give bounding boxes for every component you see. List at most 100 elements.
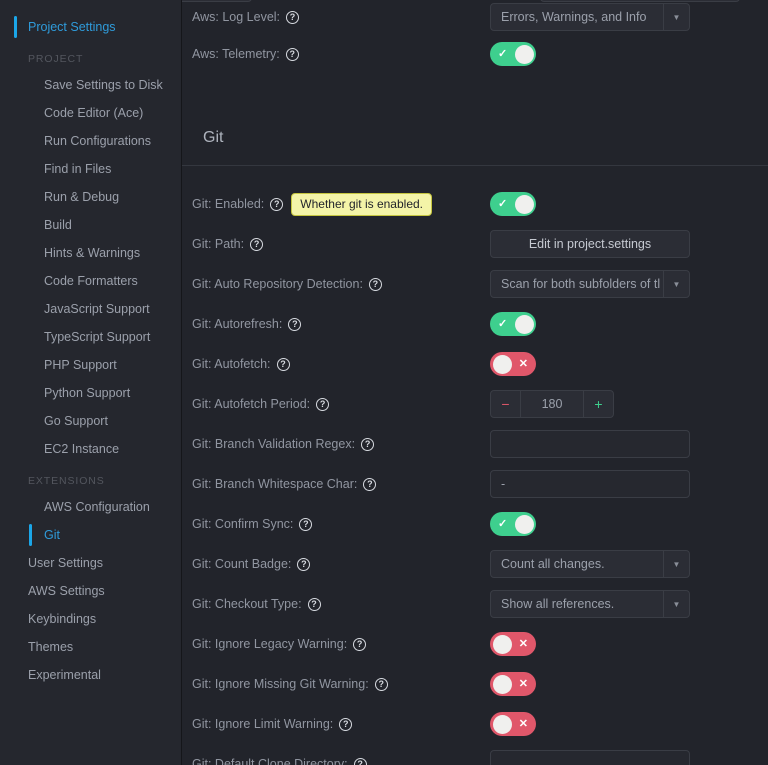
sidebar-item-go-support[interactable]: Go Support	[0, 407, 181, 435]
help-icon[interactable]: ?	[286, 10, 300, 24]
sidebar-item-label: Code Editor (Ace)	[44, 106, 144, 120]
stepper-increment-button[interactable]: +	[583, 391, 613, 417]
setting-row-git-autofetch-period: Git: Autofetch Period: ? − 180 +	[182, 384, 768, 424]
git-ignore-missing-git-warning-toggle[interactable]: ✕	[490, 672, 536, 696]
select-value: Show all references.	[501, 597, 615, 611]
setting-control: ✓	[490, 312, 536, 336]
toggle-knob	[492, 674, 512, 694]
sidebar-item-code-editor-ace[interactable]: Code Editor (Ace)	[0, 99, 181, 127]
help-icon[interactable]: ?	[339, 717, 353, 731]
sidebar-item-aws-settings[interactable]: AWS Settings	[0, 577, 181, 605]
edit-in-project-settings-button[interactable]: Edit in project.settings	[490, 230, 690, 258]
setting-label-text: Git: Auto Repository Detection:	[192, 277, 363, 291]
setting-label: Git: Default Clone Directory: ?	[192, 757, 367, 765]
help-icon[interactable]: ?	[285, 47, 299, 61]
sidebar-item-run-configurations[interactable]: Run Configurations	[0, 127, 181, 155]
sidebar-group-project: PROJECT	[0, 41, 181, 71]
help-icon[interactable]: ?	[374, 677, 388, 691]
setting-control: Count all changes. ▼	[490, 550, 690, 578]
sidebar-item-code-formatters[interactable]: Code Formatters	[0, 267, 181, 295]
sidebar-item-run-and-debug[interactable]: Run & Debug	[0, 183, 181, 211]
setting-row-git-ignore-legacy-warning: Git: Ignore Legacy Warning: ? ✕	[182, 624, 768, 664]
git-autofetch-toggle[interactable]: ✕	[490, 352, 536, 376]
sidebar-item-python-support[interactable]: Python Support	[0, 379, 181, 407]
toggle-knob	[514, 44, 534, 64]
help-icon[interactable]: ?	[299, 517, 313, 531]
setting-label-text: Aws: Telemetry:	[192, 47, 280, 61]
settings-rows: Aws: Log Level: ? Errors, Warnings, and …	[182, 0, 768, 765]
chevron-down-icon: ▼	[663, 271, 689, 297]
git-autofetch-period-stepper[interactable]: − 180 +	[490, 390, 614, 418]
git-branch-whitespace-char-input[interactable]	[490, 470, 690, 498]
aws-log-level-select[interactable]: Errors, Warnings, and Info ▼	[490, 3, 690, 31]
setting-label: Git: Ignore Limit Warning: ?	[192, 717, 353, 731]
setting-control: ✕	[490, 632, 536, 656]
toggle-knob	[514, 314, 534, 334]
help-icon[interactable]: ?	[250, 237, 264, 251]
help-icon[interactable]: ?	[363, 477, 377, 491]
sidebar-item-ec2-instance[interactable]: EC2 Instance	[0, 435, 181, 463]
git-autorefresh-toggle[interactable]: ✓	[490, 312, 536, 336]
git-confirm-sync-toggle[interactable]: ✓	[490, 512, 536, 536]
setting-label-text: Git: Autofetch:	[192, 357, 271, 371]
sidebar-header-project-settings[interactable]: Project Settings	[0, 13, 181, 41]
setting-label-text: Git: Autorefresh:	[192, 317, 283, 331]
setting-row-git-branch-validation-regex: Git: Branch Validation Regex: ?	[182, 424, 768, 464]
close-icon: ✕	[518, 717, 528, 730]
stepper-decrement-button[interactable]: −	[491, 391, 521, 417]
help-icon[interactable]: ?	[361, 437, 375, 451]
git-enabled-toggle[interactable]: ✓	[490, 192, 536, 216]
sidebar-item-save-settings-to-disk[interactable]: Save Settings to Disk	[0, 71, 181, 99]
sidebar-item-keybindings[interactable]: Keybindings	[0, 605, 181, 633]
help-icon[interactable]: ?	[270, 197, 284, 211]
help-icon[interactable]: ?	[297, 557, 311, 571]
aws-telemetry-toggle[interactable]: ✓	[490, 42, 536, 66]
sidebar-item-label: PHP Support	[44, 358, 117, 372]
setting-row-git-auto-repository-detection: Git: Auto Repository Detection: ? Scan f…	[182, 264, 768, 304]
help-icon[interactable]: ?	[316, 397, 330, 411]
setting-row-git-checkout-type: Git: Checkout Type: ? Show all reference…	[182, 584, 768, 624]
sidebar-item-label: Build	[44, 218, 72, 232]
help-icon[interactable]: ?	[353, 637, 367, 651]
select-value: Errors, Warnings, and Info	[501, 10, 647, 24]
setting-label: Git: Ignore Legacy Warning: ?	[192, 637, 367, 651]
setting-label-text: Git: Default Clone Directory:	[192, 757, 348, 765]
setting-label: Git: Autofetch Period: ?	[192, 397, 330, 411]
sidebar-group-label: EXTENSIONS	[28, 475, 105, 487]
sidebar-item-experimental[interactable]: Experimental	[0, 661, 181, 689]
help-icon[interactable]: ?	[307, 597, 321, 611]
help-icon[interactable]: ?	[368, 277, 382, 291]
check-icon: ✓	[498, 517, 508, 530]
setting-control: ✕	[490, 672, 536, 696]
sidebar-item-typescript-support[interactable]: TypeScript Support	[0, 323, 181, 351]
setting-label-text: Aws: Log Level:	[192, 10, 281, 24]
sidebar-item-build[interactable]: Build	[0, 211, 181, 239]
sidebar-item-find-in-files[interactable]: Find in Files	[0, 155, 181, 183]
git-default-clone-directory-input[interactable]	[490, 750, 690, 765]
sidebar-item-hints-and-warnings[interactable]: Hints & Warnings	[0, 239, 181, 267]
sidebar-item-user-settings[interactable]: User Settings	[0, 549, 181, 577]
git-branch-validation-regex-input[interactable]	[490, 430, 690, 458]
sidebar-item-themes[interactable]: Themes	[0, 633, 181, 661]
stepper-value: 180	[541, 397, 563, 411]
help-icon[interactable]: ?	[276, 357, 290, 371]
settings-main-panel: Aws: Log Level: ? Errors, Warnings, and …	[182, 0, 768, 765]
setting-label: Git: Enabled: ? Whether git is enabled.	[192, 192, 433, 216]
git-checkout-type-select[interactable]: Show all references. ▼	[490, 590, 690, 618]
sidebar-item-label: Code Formatters	[44, 274, 138, 288]
setting-label-text: Git: Autofetch Period:	[192, 397, 311, 411]
toggle-knob	[514, 514, 534, 534]
sidebar-item-aws-configuration[interactable]: AWS Configuration	[0, 493, 181, 521]
git-ignore-limit-warning-toggle[interactable]: ✕	[490, 712, 536, 736]
help-icon[interactable]: ?	[288, 317, 302, 331]
setting-label: Git: Branch Validation Regex: ?	[192, 437, 375, 451]
sidebar-item-javascript-support[interactable]: JavaScript Support	[0, 295, 181, 323]
sidebar-item-php-support[interactable]: PHP Support	[0, 351, 181, 379]
git-auto-repository-detection-select[interactable]: Scan for both subfolders of tl ▼	[490, 270, 690, 298]
help-icon[interactable]: ?	[353, 757, 367, 765]
sidebar-item-git[interactable]: Git	[0, 521, 181, 549]
git-count-badge-select[interactable]: Count all changes. ▼	[490, 550, 690, 578]
setting-control: ✕	[490, 712, 536, 736]
sidebar-item-label: Hints & Warnings	[44, 246, 141, 260]
git-ignore-legacy-warning-toggle[interactable]: ✕	[490, 632, 536, 656]
